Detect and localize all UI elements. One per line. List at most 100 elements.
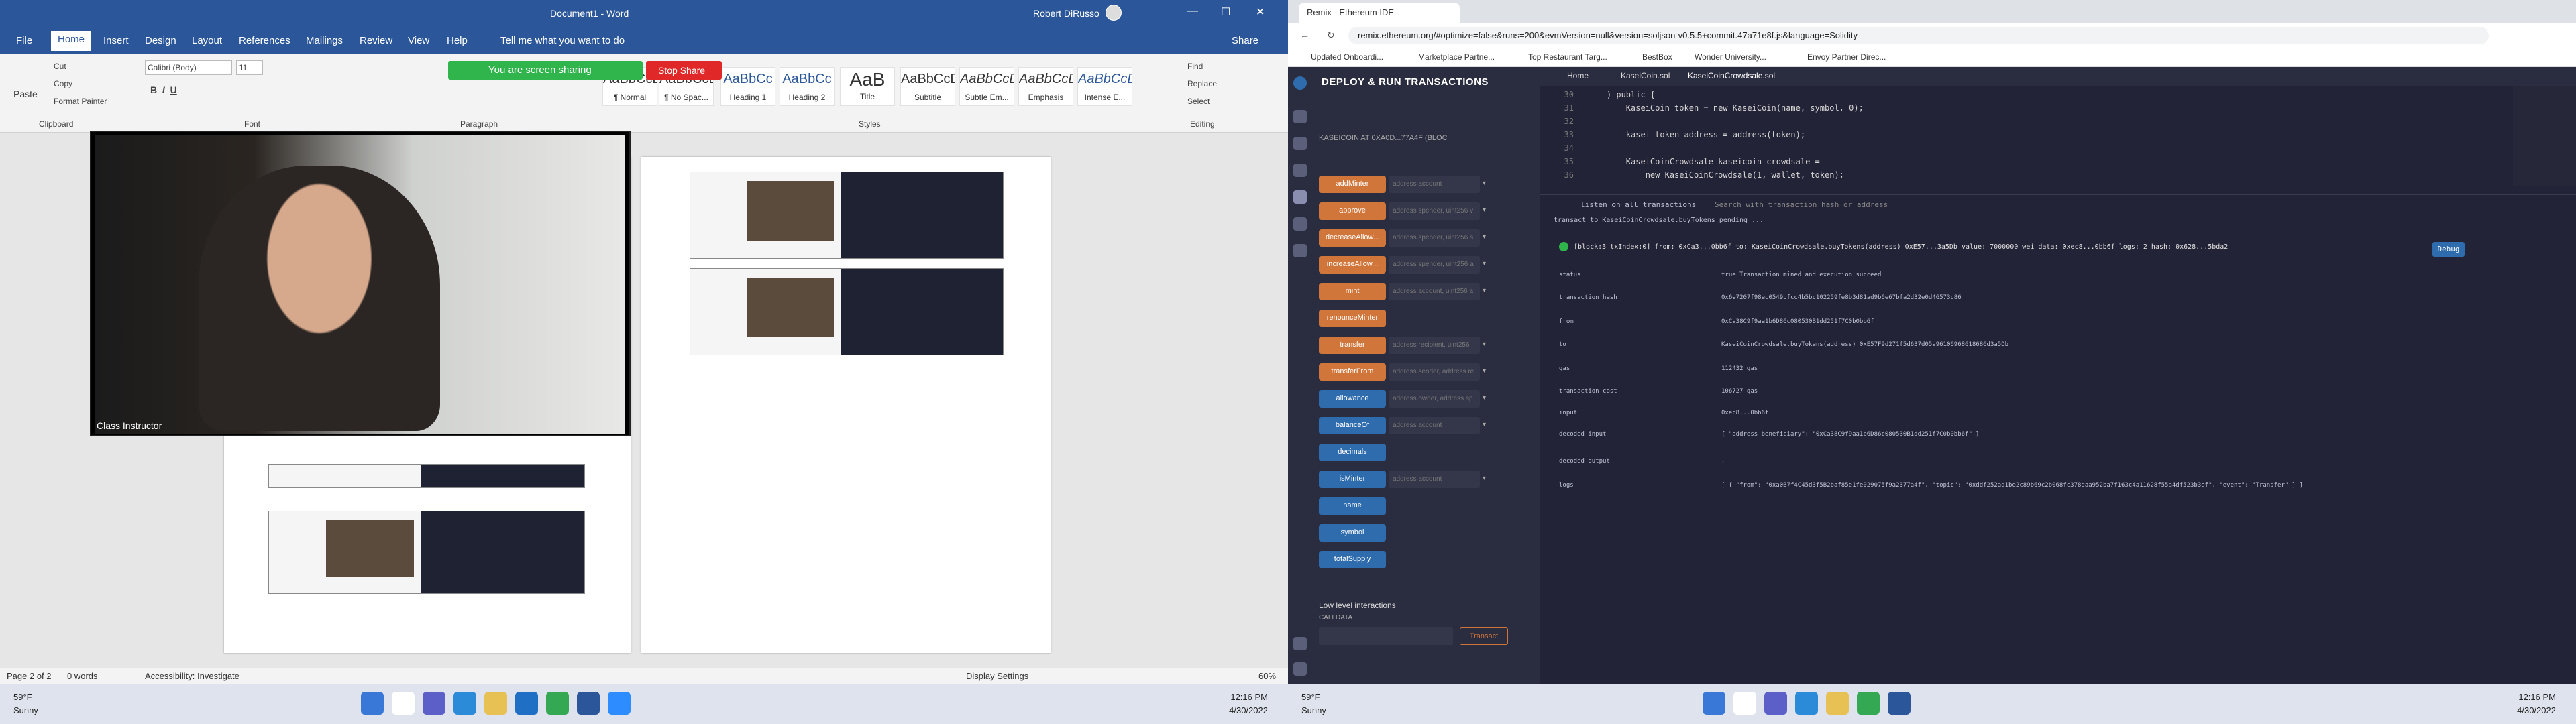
bookmark-item[interactable]: Updated Onboardi...: [1311, 52, 1383, 62]
compiler-icon[interactable]: [1293, 164, 1307, 177]
function-args-input[interactable]: address recipient, uint256: [1389, 337, 1480, 354]
tx-value[interactable]: true Transaction mined and execution suc…: [1721, 272, 1881, 278]
tab-kaseicoin[interactable]: KaseiCoin.sol: [1621, 71, 1670, 80]
style-intense-emphasis[interactable]: AaBbCcDd Intense E...: [1077, 67, 1132, 106]
paste-button[interactable]: Paste: [13, 88, 38, 99]
chevron-down-icon[interactable]: ▾: [1483, 180, 1486, 187]
calldata-input[interactable]: [1319, 627, 1453, 645]
tx-summary[interactable]: [block:3 txIndex:0] from: 0xCa3...0bb6f …: [1574, 243, 2228, 251]
function-button[interactable]: mint: [1319, 283, 1386, 300]
chrome-icon[interactable]: [546, 692, 569, 715]
debugger-icon[interactable]: [1293, 217, 1307, 231]
search-icon[interactable]: [392, 692, 415, 715]
tab-layout[interactable]: Layout: [185, 32, 229, 49]
weather-widget[interactable]: 59°F Sunny: [13, 690, 38, 717]
function-button[interactable]: transfer: [1319, 337, 1386, 354]
chevron-down-icon[interactable]: ▾: [1483, 233, 1486, 241]
tx-value[interactable]: [ { "from": "0xa0B7f4C45d3f5B2baf85e1fe0…: [1721, 482, 2303, 489]
deploy-icon[interactable]: [1293, 190, 1307, 204]
chevron-down-icon[interactable]: ▾: [1483, 206, 1486, 214]
tab-kaseicoin-crowdsale[interactable]: KaseiCoinCrowdsale.sol: [1688, 71, 1775, 80]
function-args-input[interactable]: address account: [1389, 417, 1480, 434]
function-args-input[interactable]: address spender, uint256 s: [1389, 229, 1480, 247]
style-title[interactable]: AaB Title: [840, 67, 895, 106]
bookmark-item[interactable]: Marketplace Partne...: [1418, 52, 1495, 62]
bookmark-item[interactable]: Wonder University...: [1695, 52, 1766, 62]
tab-file[interactable]: File: [9, 32, 39, 49]
tab-help[interactable]: Help: [440, 32, 474, 49]
chevron-down-icon[interactable]: ▾: [1483, 475, 1486, 482]
tell-me-search[interactable]: Tell me what you want to do: [494, 32, 631, 49]
word-icon[interactable]: [577, 692, 600, 715]
style-heading-1[interactable]: AaBbCc Heading 1: [720, 67, 775, 106]
tab-references[interactable]: References: [232, 32, 297, 49]
font-name-select[interactable]: Calibri (Body): [145, 60, 232, 75]
explorer-icon[interactable]: [1826, 692, 1849, 715]
function-button[interactable]: renounceMinter: [1319, 310, 1386, 327]
function-button[interactable]: transferFrom: [1319, 363, 1386, 381]
display-settings[interactable]: Display Settings: [966, 671, 1028, 681]
share-button[interactable]: Share: [1225, 32, 1265, 49]
function-args-input[interactable]: address owner, address sp: [1389, 390, 1480, 408]
terminal-search-input[interactable]: Search with transaction hash or address: [1715, 200, 1888, 209]
edge-icon[interactable]: [1795, 692, 1818, 715]
tx-value[interactable]: { "address beneficiary": "0xCa38C9f9aa1b…: [1721, 431, 1980, 438]
style-subtle-emphasis[interactable]: AaBbCcDd Subtle Em...: [959, 67, 1014, 106]
style-emphasis[interactable]: AaBbCcDd Emphasis: [1018, 67, 1073, 106]
tx-value[interactable]: 0x6e7207f98ec0549bfcc4b5bc102259fe8b3d81…: [1721, 294, 1962, 301]
teams-icon[interactable]: [1764, 692, 1787, 715]
function-button[interactable]: decreaseAllow...: [1319, 229, 1386, 247]
tx-value[interactable]: 106727 gas: [1721, 388, 1758, 395]
style-heading-2[interactable]: AaBbCc Heading 2: [780, 67, 835, 106]
tab-design[interactable]: Design: [138, 32, 183, 49]
search-icon[interactable]: [1733, 692, 1756, 715]
function-button[interactable]: decimals: [1319, 444, 1386, 461]
function-button[interactable]: isMinter: [1319, 471, 1386, 488]
find-button[interactable]: Find: [1187, 62, 1203, 71]
style-subtitle[interactable]: AaBbCcD Subtitle: [900, 67, 955, 106]
cut-button[interactable]: Cut: [54, 62, 66, 71]
bookmark-item[interactable]: Top Restaurant Targ...: [1528, 52, 1607, 62]
function-args-input[interactable]: address spender, uint256 v: [1389, 202, 1480, 220]
clock[interactable]: 12:16 PM 4/30/2022: [1229, 690, 1268, 717]
maximize-icon[interactable]: ☐: [1221, 5, 1230, 19]
tx-value[interactable]: -: [1721, 458, 1725, 465]
tab-review[interactable]: Review: [353, 32, 399, 49]
search-icon[interactable]: [1293, 137, 1307, 150]
debug-button[interactable]: Debug: [2432, 242, 2465, 257]
code-editor[interactable]: 30 ) public {31 KaseiCoin token = new Ka…: [1540, 87, 2513, 194]
tx-value[interactable]: KaseiCoinCrowdsale.buyTokens(address) 0x…: [1721, 341, 2008, 348]
edge-icon[interactable]: [453, 692, 476, 715]
accessibility-status[interactable]: Accessibility: Investigate: [145, 671, 239, 681]
tab-mailings[interactable]: Mailings: [299, 32, 350, 49]
listen-checkbox-label[interactable]: listen on all transactions: [1580, 200, 1696, 209]
function-args-input[interactable]: address account: [1389, 471, 1480, 488]
tx-value[interactable]: 0xCa38C9f9aa1b6D86c080530B1dd251f7C0b0bb…: [1721, 318, 1874, 325]
url-input[interactable]: remix.ethereum.org/#optimize=false&runs=…: [1348, 27, 2489, 44]
copy-button[interactable]: Copy: [54, 79, 72, 88]
deployed-contract-header[interactable]: KASEICOIN AT 0XA0D...77A4F (BLOC: [1319, 134, 1448, 142]
function-button[interactable]: addMinter: [1319, 176, 1386, 193]
tab-view[interactable]: View: [401, 32, 436, 49]
function-button[interactable]: totalSupply: [1319, 551, 1386, 568]
bookmark-item[interactable]: Envoy Partner Direc...: [1807, 52, 1886, 62]
outlook-icon[interactable]: [515, 692, 538, 715]
function-args-input[interactable]: address account, uint256 a: [1389, 283, 1480, 300]
weather-widget[interactable]: 59°F Sunny: [1301, 690, 1326, 717]
function-button[interactable]: symbol: [1319, 524, 1386, 542]
function-button[interactable]: allowance: [1319, 390, 1386, 408]
format-painter-button[interactable]: Format Painter: [54, 97, 107, 106]
remix-logo-icon[interactable]: [1293, 76, 1307, 90]
close-icon[interactable]: ✕: [1256, 5, 1265, 19]
function-button[interactable]: approve: [1319, 202, 1386, 220]
bold-button[interactable]: B I U: [150, 84, 177, 95]
chrome-icon[interactable]: [1857, 692, 1880, 715]
settings-icon[interactable]: [1293, 662, 1307, 676]
file-explorer-icon[interactable]: [1293, 110, 1307, 123]
zoom-icon[interactable]: [608, 692, 631, 715]
tx-value[interactable]: 0xec8...0bb6f: [1721, 410, 1768, 416]
chevron-down-icon[interactable]: ▾: [1483, 341, 1486, 348]
chevron-down-icon[interactable]: ▾: [1483, 287, 1486, 294]
chevron-down-icon[interactable]: ▾: [1483, 260, 1486, 267]
transact-button[interactable]: Transact: [1460, 627, 1508, 645]
